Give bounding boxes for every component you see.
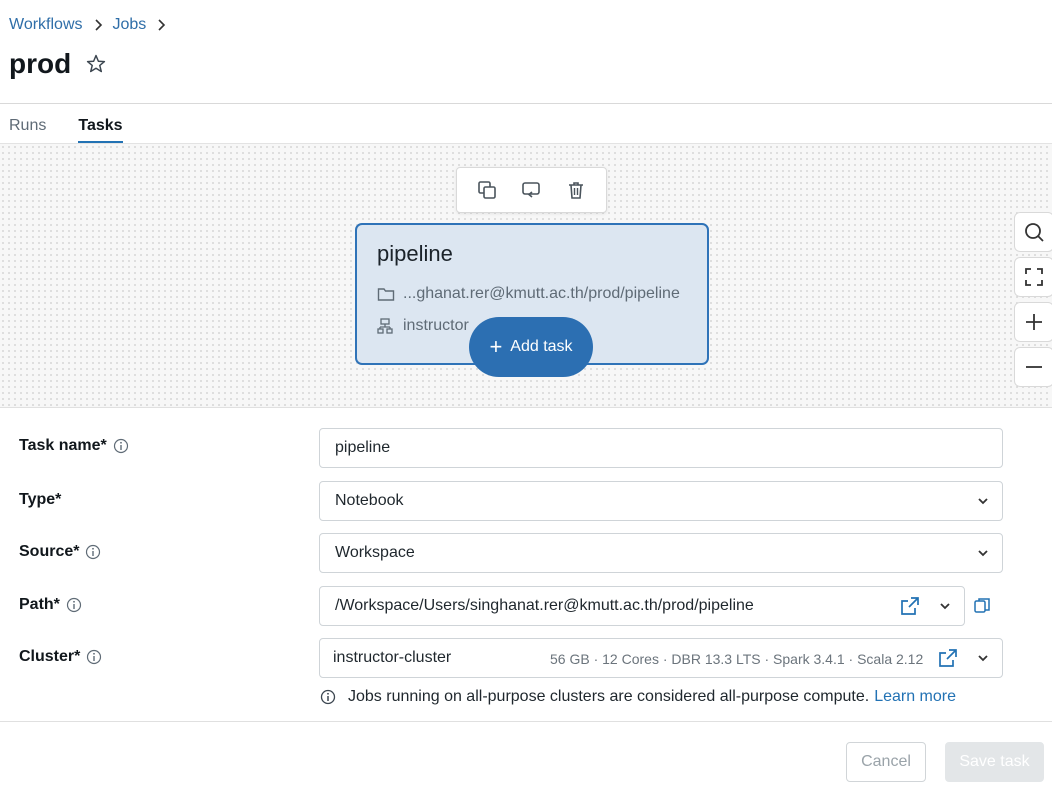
chevron-right-icon [156, 18, 166, 32]
save-task-button[interactable]: Save task [945, 742, 1044, 782]
cluster-label: Cluster* [19, 648, 102, 666]
chevron-right-icon [93, 18, 103, 32]
external-link-icon[interactable] [900, 596, 920, 616]
cluster-icon [377, 318, 395, 334]
trash-icon[interactable] [560, 174, 592, 206]
learn-more-link[interactable]: Learn more [874, 688, 956, 706]
star-icon[interactable] [85, 53, 107, 75]
breadcrumb-workflows[interactable]: Workflows [9, 16, 83, 34]
source-select[interactable]: Workspace [319, 533, 1003, 573]
tab-bar: Runs Tasks [9, 104, 155, 144]
page-header: prod [9, 48, 107, 80]
zoom-in-icon[interactable] [1014, 302, 1052, 342]
info-icon[interactable] [66, 597, 82, 613]
tab-runs[interactable]: Runs [9, 104, 46, 144]
info-icon [320, 689, 336, 705]
task-node-path: ...ghanat.rer@kmutt.ac.th/prod/pipeline [377, 285, 687, 303]
tab-tasks[interactable]: Tasks [78, 104, 123, 144]
node-toolbar [456, 167, 607, 213]
page-title: prod [9, 48, 72, 79]
path-select[interactable]: /Workspace/Users/singhanat.rer@kmutt.ac.… [319, 586, 965, 626]
folder-icon [377, 286, 395, 302]
divider [0, 103, 1052, 104]
search-icon[interactable] [1014, 212, 1052, 252]
external-link-icon[interactable] [938, 648, 958, 668]
info-icon[interactable] [113, 438, 129, 454]
task-name-label: Task name* [19, 437, 129, 455]
source-label: Source* [19, 543, 101, 561]
copy-icon[interactable] [973, 597, 991, 615]
cluster-select[interactable]: instructor-cluster 56 GB · 12 Cores · DB… [319, 638, 1003, 678]
plus-icon: + [489, 334, 503, 359]
breadcrumb: Workflows Jobs [9, 16, 176, 34]
type-label: Type* [19, 491, 62, 508]
path-label: Path* [19, 596, 82, 614]
fit-view-icon[interactable] [1014, 257, 1052, 297]
cancel-button[interactable]: Cancel [846, 742, 926, 782]
duplicate-icon[interactable] [471, 174, 503, 206]
chevron-down-icon [938, 599, 952, 613]
zoom-out-icon[interactable] [1014, 347, 1052, 387]
chevron-down-icon [976, 546, 990, 560]
compute-notice: Jobs running on all-purpose clusters are… [320, 688, 956, 706]
chevron-down-icon [976, 494, 990, 508]
info-icon[interactable] [86, 649, 102, 665]
breadcrumb-jobs[interactable]: Jobs [113, 16, 147, 34]
task-name-input[interactable]: pipeline [319, 428, 1003, 468]
swap-icon[interactable] [515, 174, 547, 206]
task-graph-canvas[interactable]: pipeline ...ghanat.rer@kmutt.ac.th/prod/… [0, 144, 1052, 408]
add-task-button[interactable]: + Add task [469, 317, 593, 377]
cluster-meta: 56 GB · 12 Cores · DBR 13.3 LTS · Spark … [550, 651, 924, 667]
chevron-down-icon [976, 651, 990, 665]
task-node-title: pipeline [377, 241, 453, 266]
divider [0, 721, 1052, 722]
type-select[interactable]: Notebook [319, 481, 1003, 521]
info-icon[interactable] [85, 544, 101, 560]
zoom-controls [1014, 212, 1052, 392]
